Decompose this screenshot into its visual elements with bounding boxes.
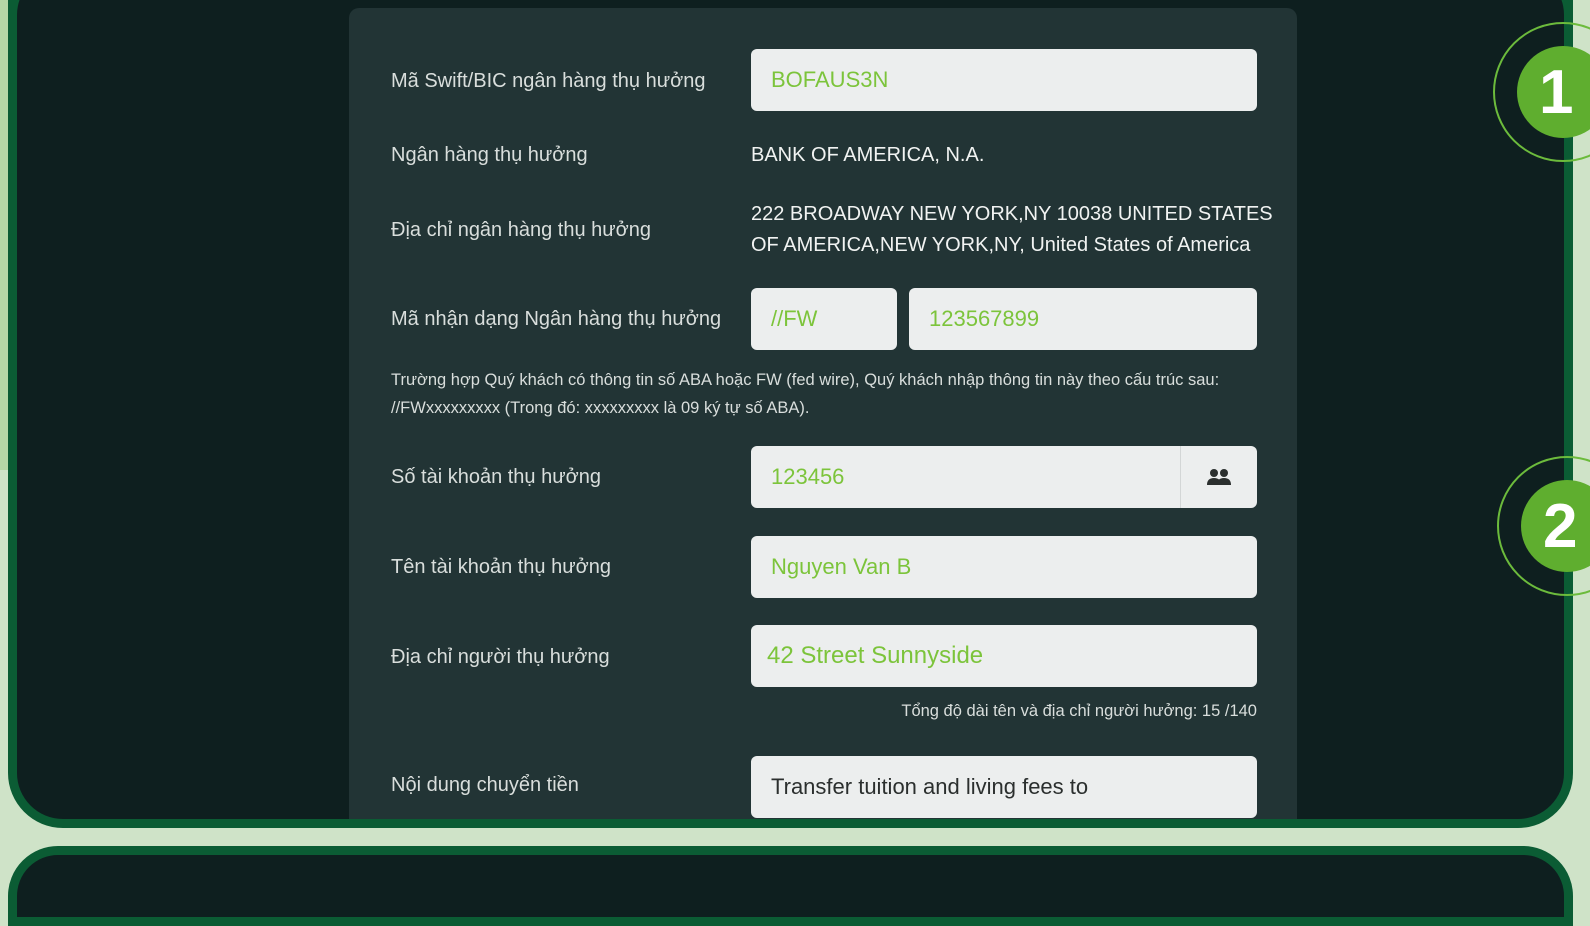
swift-label: Mã Swift/BIC ngân hàng thụ hưởng (391, 70, 706, 92)
beneficiary-address-label: Địa chỉ người thụ hưởng (391, 646, 610, 668)
beneficiary-address-input[interactable]: 42 Street Sunnyside (751, 625, 1257, 687)
beneficiary-form-card: Mã Swift/BIC ngân hàng thụ hưởng BOFAUS3… (349, 8, 1297, 819)
bank-id-label: Mã nhận dạng Ngân hàng thụ hưởng (391, 308, 722, 330)
account-name-input[interactable]: Nguyen Van B (751, 536, 1257, 598)
step-number-1: 1 (1517, 46, 1590, 138)
bank-id-code-input[interactable]: 123567899 (909, 288, 1257, 350)
account-number-input[interactable]: 123456 (751, 446, 1257, 508)
transfer-content-label: Nội dung chuyển tiền (391, 774, 579, 796)
contacts-button[interactable] (1180, 446, 1257, 508)
step-number-2: 2 (1521, 480, 1590, 572)
contacts-icon (1207, 469, 1231, 485)
bank-id-prefix-input[interactable]: //FW (751, 288, 897, 350)
aba-note-line1: Trường hợp Quý khách có thông tin số ABA… (391, 371, 1220, 389)
main-panel: Mã Swift/BIC ngân hàng thụ hưởng BOFAUS3… (8, 0, 1573, 828)
bank-name-label: Ngân hàng thụ hưởng (391, 144, 588, 166)
aba-note: Trường hợp Quý khách có thông tin số ABA… (391, 366, 1271, 422)
bank-address-line1: 222 BROADWAY NEW YORK,NY 10038 UNITED ST… (751, 203, 1273, 225)
bank-address-line2: OF AMERICA,NEW YORK,NY, United States of… (751, 234, 1251, 256)
transfer-content-input[interactable]: Transfer tuition and living fees to (751, 756, 1257, 818)
bank-name-value: BANK OF AMERICA, N.A. (751, 144, 985, 166)
next-panel (8, 846, 1573, 926)
swift-input[interactable]: BOFAUS3N (751, 49, 1257, 111)
aba-note-line2: //FWxxxxxxxxx (Trong đó: xxxxxxxxx là 09… (391, 399, 810, 417)
account-number-label: Số tài khoản thụ hưởng (391, 466, 601, 488)
address-length-counter: Tổng độ dài tên và địa chỉ người hưởng: … (901, 702, 1257, 720)
account-number-value: 123456 (771, 464, 845, 489)
account-name-label: Tên tài khoản thụ hưởng (391, 556, 611, 578)
bank-address-label: Địa chỉ ngân hàng thụ hưởng (391, 219, 652, 241)
